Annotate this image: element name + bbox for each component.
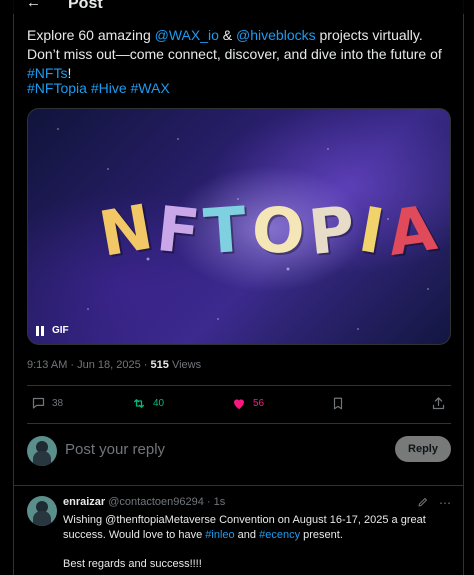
post-media-gif[interactable]: N F T O P I A GIF xyxy=(27,108,451,345)
comment-author-handle[interactable]: @contactoen96294 xyxy=(108,496,204,508)
action-bar: 38 40 56 xyxy=(27,396,451,414)
edit-icon[interactable] xyxy=(417,496,429,508)
logo-letter: N xyxy=(93,190,158,271)
bookmark-action[interactable] xyxy=(331,396,345,411)
comment-closing: Best regards and success!!!! xyxy=(63,558,202,570)
comment-icon xyxy=(32,397,45,409)
page-title: Post xyxy=(68,0,103,12)
post-meta: 9:13 AM · Jun 18, 2025 · 515 Views xyxy=(27,359,201,371)
mention-wax[interactable]: @WAX_io xyxy=(155,27,219,43)
share-icon xyxy=(432,397,445,410)
hashtag-list: #NFTopia #Hive #WAX xyxy=(27,80,170,96)
views-count: 515 xyxy=(150,359,169,371)
left-divider xyxy=(13,0,14,575)
mention-hiveblocks[interactable]: @hiveblocks xyxy=(236,27,316,43)
comment-line2-c: present. xyxy=(300,529,343,541)
more-icon[interactable]: ⋯ xyxy=(439,496,451,510)
reply-composer: Post your reply Reply xyxy=(27,436,451,466)
post-text-end: ! xyxy=(67,65,72,81)
logo-letter: T xyxy=(201,192,250,269)
heart-icon xyxy=(234,399,244,410)
hashtag-inleo[interactable]: #inleo xyxy=(205,529,234,541)
arrow-left-icon[interactable]: ← xyxy=(26,0,41,10)
like-count: 56 xyxy=(253,398,265,409)
divider xyxy=(27,423,451,424)
comment-time[interactable]: 1s xyxy=(214,496,226,508)
reply-input[interactable]: Post your reply xyxy=(65,441,165,458)
comment-line2-b: and xyxy=(234,529,260,541)
repost-action[interactable]: 40 xyxy=(131,396,164,411)
gif-badge[interactable]: GIF xyxy=(36,325,69,336)
post-text: Explore 60 amazing @WAX_io & @hiveblocks… xyxy=(27,26,447,83)
pause-icon[interactable] xyxy=(36,325,46,336)
post-text-intro: Explore 60 amazing xyxy=(27,27,155,43)
right-divider xyxy=(463,0,464,575)
post-time[interactable]: 9:13 AM · Jun 18, 2025 · xyxy=(27,359,151,371)
comment-line1: Wishing @thenftopiaMetaverse Convention … xyxy=(63,514,426,526)
reply-button[interactable]: Reply xyxy=(395,436,451,462)
share-action[interactable] xyxy=(431,396,446,411)
post-text-amp: & xyxy=(218,27,237,43)
logo-letter: O xyxy=(249,192,307,269)
comment-icons: ⋯ xyxy=(417,496,451,510)
bookmark-icon xyxy=(333,397,343,410)
comment-text: Wishing @thenftopiaMetaverse Convention … xyxy=(63,513,453,543)
avatar[interactable] xyxy=(27,496,57,526)
logo-letter: P xyxy=(305,191,359,270)
reply-action[interactable]: 38 xyxy=(31,396,63,411)
like-action[interactable]: 56 xyxy=(231,396,264,411)
repost-count: 40 xyxy=(153,398,165,409)
logo-letter: F xyxy=(153,191,204,270)
avatar[interactable] xyxy=(27,436,57,466)
reply-count: 38 xyxy=(52,398,64,409)
divider xyxy=(27,385,451,386)
views-label: Views xyxy=(168,359,202,371)
comment-header: enraizar @contactoen96294 · 1s xyxy=(63,496,225,508)
nftopia-logo: N F T O P I A xyxy=(94,181,441,281)
hashtag-ecency[interactable]: #ecency xyxy=(259,529,300,541)
repost-icon xyxy=(134,399,144,408)
gif-label: GIF xyxy=(52,325,69,336)
hashtag-hive[interactable]: #Hive xyxy=(91,80,127,96)
header-bar: ← Post xyxy=(0,0,474,14)
comment-line2-a: success. Would love to have xyxy=(63,529,206,541)
hashtag-nftopia[interactable]: #NFTopia xyxy=(27,80,87,96)
comment-separator: · xyxy=(203,496,214,508)
divider xyxy=(14,485,464,486)
hashtag-wax[interactable]: #WAX xyxy=(131,80,170,96)
logo-letter: A xyxy=(382,191,441,270)
comment-author-name[interactable]: enraizar xyxy=(63,496,105,508)
hashtag-nfts[interactable]: #NFTs xyxy=(27,65,67,81)
